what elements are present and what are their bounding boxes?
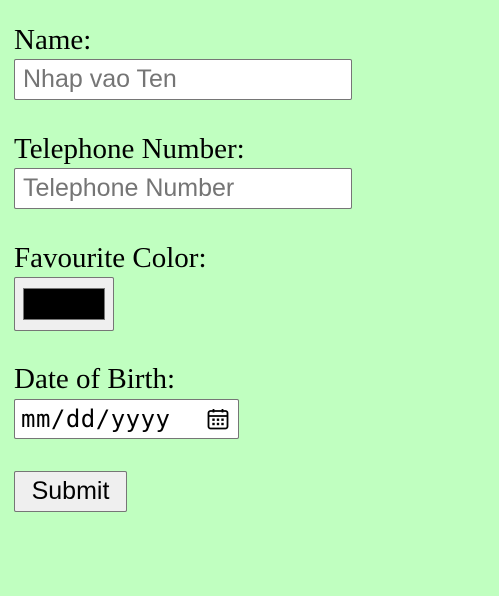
color-picker[interactable] bbox=[14, 277, 114, 331]
name-input[interactable] bbox=[14, 59, 352, 100]
date-of-birth-input[interactable]: mm/dd/yyyy bbox=[14, 399, 239, 439]
date-placeholder: mm/dd/yyyy bbox=[21, 405, 171, 433]
submit-button[interactable]: Submit bbox=[14, 471, 127, 512]
date-of-birth-label: Date of Birth: bbox=[14, 363, 176, 395]
telephone-input[interactable] bbox=[14, 168, 352, 209]
telephone-label: Telephone Number: bbox=[14, 133, 245, 165]
favourite-color-label: Favourite Color: bbox=[14, 242, 207, 274]
name-label: Name: bbox=[14, 24, 92, 56]
calendar-icon[interactable] bbox=[206, 407, 230, 431]
color-swatch bbox=[23, 288, 105, 320]
